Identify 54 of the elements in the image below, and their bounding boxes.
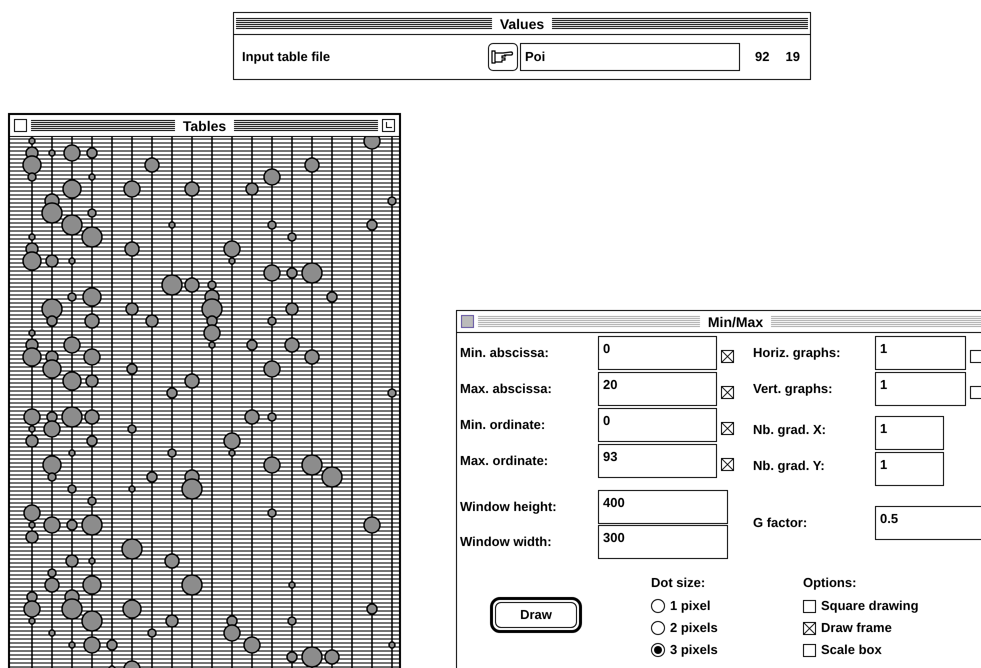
value-field[interactable]: 300 xyxy=(598,524,728,558)
window-title: Min/Max xyxy=(706,314,764,328)
value-field[interactable]: 20 xyxy=(598,372,717,406)
field-label: Vert. graphs: xyxy=(753,380,834,398)
window-title: Tables xyxy=(182,118,228,132)
field-label: Min. ordinate: xyxy=(460,416,546,434)
field-label: Window width: xyxy=(460,532,553,551)
value-field[interactable]: 0 xyxy=(598,336,717,370)
value-field[interactable]: 1 xyxy=(875,452,944,486)
group-label: Dot size: xyxy=(651,574,706,592)
checkbox[interactable] xyxy=(970,386,981,398)
radio-label: 1 pixel xyxy=(670,597,710,616)
checkbox-label: Square drawing xyxy=(821,597,919,616)
checkbox-label: Draw frame xyxy=(821,619,892,638)
checkbox[interactable] xyxy=(970,350,981,362)
radio-label: 3 pixels xyxy=(670,641,718,660)
field-label: Max. abscissa: xyxy=(460,380,553,398)
file-name-field[interactable]: Poi xyxy=(520,43,740,71)
checkbox[interactable] xyxy=(721,350,734,362)
radio-label: 2 pixels xyxy=(670,619,718,638)
pointing-hand-icon xyxy=(491,49,515,65)
field-label: G factor: xyxy=(753,514,808,532)
field-label: Max. ordinate: xyxy=(460,452,550,470)
field-label: Nb. grad. X: xyxy=(753,421,827,440)
checkbox[interactable] xyxy=(721,422,734,434)
radio-button[interactable] xyxy=(651,643,665,657)
field-label: Input table file xyxy=(242,48,332,66)
field-label: Window height: xyxy=(460,498,558,516)
field-label: Horiz. graphs: xyxy=(753,344,842,362)
checkbox[interactable] xyxy=(721,386,734,398)
row-count: 92 xyxy=(755,48,770,66)
window-title: Values xyxy=(498,16,546,30)
zoom-box[interactable] xyxy=(382,119,395,132)
close-box[interactable] xyxy=(14,119,27,132)
checkbox[interactable] xyxy=(721,458,734,470)
checkbox[interactable] xyxy=(803,622,816,634)
group-label: Options: xyxy=(803,574,858,592)
column-count: 19 xyxy=(785,48,800,66)
file-picker-button[interactable] xyxy=(488,43,518,71)
value-field[interactable]: 1 xyxy=(875,336,966,370)
draw-button[interactable]: Draw xyxy=(490,597,582,633)
checkbox-label: Scale box xyxy=(821,641,882,660)
field-label: Nb. grad. Y: xyxy=(753,457,826,476)
field-label: Min. abscissa: xyxy=(460,344,550,362)
value-field[interactable]: 0.5 xyxy=(875,506,981,540)
radio-button[interactable] xyxy=(651,599,665,613)
value-field[interactable]: 1 xyxy=(875,416,944,450)
radio-button[interactable] xyxy=(651,621,665,635)
value-field[interactable]: 400 xyxy=(598,490,728,524)
value-field[interactable]: 1 xyxy=(875,372,966,406)
value-field[interactable]: 93 xyxy=(598,444,717,478)
checkbox[interactable] xyxy=(803,600,816,612)
checkbox[interactable] xyxy=(803,644,816,656)
value-field[interactable]: 0 xyxy=(598,408,717,442)
